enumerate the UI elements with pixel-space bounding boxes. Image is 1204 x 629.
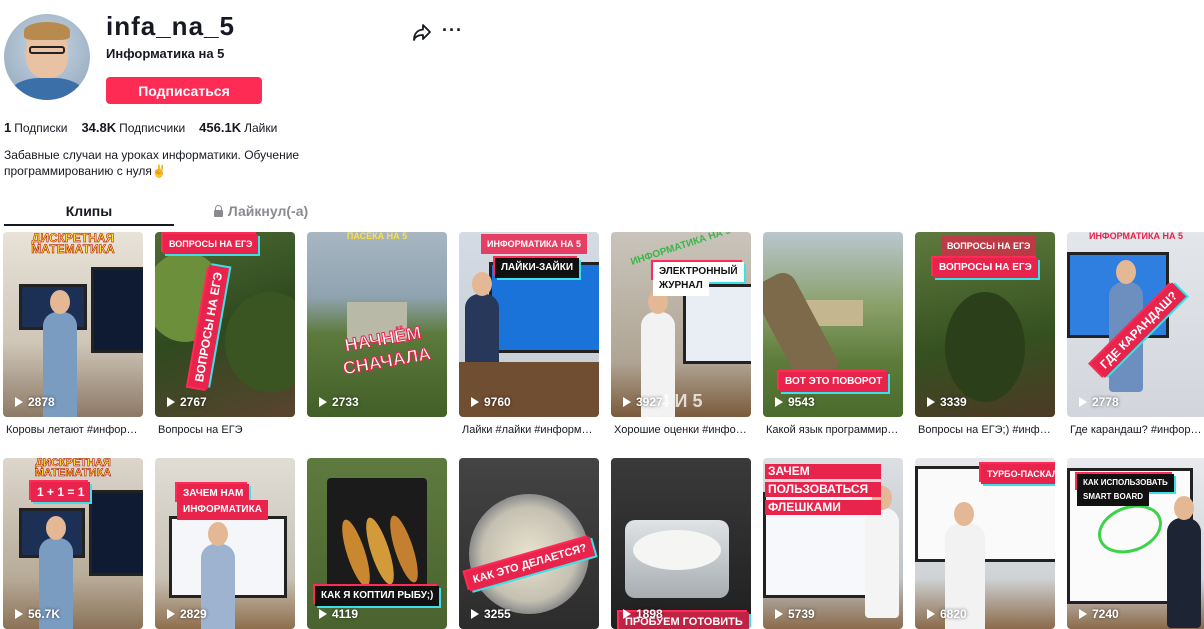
overlay-text: МАТЕМАТИКА — [31, 242, 115, 256]
profile-nickname: Информатика на 5 — [106, 46, 225, 61]
play-icon — [15, 397, 23, 407]
view-count: 7240 — [1079, 607, 1119, 621]
followers-label: Подписчики — [119, 121, 186, 135]
video-thumbnail[interactable]: ИНФОРМАТИКА НА 5 ЭЛЕКТРОННЫЙ ЖУРНАЛ 4 и … — [611, 232, 751, 417]
view-count: 6820 — [927, 607, 967, 621]
overlay-text: ЖУРНАЛ — [653, 276, 709, 296]
play-icon — [319, 609, 327, 619]
video-thumbnail[interactable]: ПАСЕКА НА 5 НАЧНЁМ СНАЧАЛА 2733 — [307, 232, 447, 417]
video-caption[interactable]: Где карандаш? #информатика — [1070, 424, 1204, 436]
more-dots-icon[interactable]: ··· — [442, 20, 463, 41]
following-stat[interactable]: 1 Подписки — [4, 120, 67, 135]
view-count: 2878 — [15, 395, 55, 409]
tab-videos[interactable]: Клипы — [4, 198, 174, 226]
video-thumbnail[interactable]: ЗАЧЕМ ПОЛЬЗОВАТЬСЯ ФЛЕШКАМИ 5739 — [763, 458, 903, 629]
overlay-text: ФЛЕШКАМИ — [765, 500, 881, 515]
video-thumbnail[interactable]: ВОПРОСЫ НА ЕГЭ ВОПРОСЫ НА ЕГЭ 2767 — [155, 232, 295, 417]
play-icon — [623, 397, 631, 407]
video-thumbnail[interactable]: ЗАЧЕМ НАМ ИНФОРМАТИКА 2829 — [155, 458, 295, 629]
overlay-text: ПОЛЬЗОВАТЬСЯ — [765, 482, 881, 497]
overlay-text: ВОПРОСЫ НА ЕГЭ — [163, 234, 259, 254]
play-icon — [167, 609, 175, 619]
overlay-text: ИНФОРМАТИКА НА 5 — [481, 234, 588, 254]
play-icon — [471, 609, 479, 619]
view-count: 2778 — [1079, 395, 1119, 409]
view-count: 2767 — [167, 395, 207, 409]
video-thumbnail[interactable]: ВОПРОСЫ НА ЕГЭ ВОПРОСЫ НА ЕГЭ 3339 — [915, 232, 1055, 417]
view-count: 3927 — [623, 395, 663, 409]
video-thumbnail[interactable]: КАК Я КОПТИЛ РЫБУ;) 4119 — [307, 458, 447, 629]
view-count: 3339 — [927, 395, 967, 409]
overlay-text: ПАСЕКА НА 5 — [346, 232, 408, 241]
likes-label: Лайки — [244, 121, 278, 135]
video-thumbnail[interactable]: КАК ИСПОЛЬЗОВАТЬ SMART BOARD 7240 — [1067, 458, 1204, 629]
video-thumbnail[interactable]: ТУРБО-ПАСКАЛЬ 6820 — [915, 458, 1055, 629]
likes-count: 456.1K — [199, 120, 242, 135]
video-thumbnail[interactable]: ИНФОРМАТИКА НА 5 ГДЕ КАРАНДАШ? 2778 — [1067, 232, 1204, 417]
tab-liked[interactable]: Лайкнул(-а) — [178, 198, 344, 226]
overlay-text: ВОПРОСЫ НА ЕГЭ — [933, 258, 1038, 278]
overlay-text: ИНФОРМАТИКА — [177, 500, 268, 520]
likes-stat: 456.1K Лайки — [199, 120, 277, 135]
view-count: 4119 — [319, 607, 358, 621]
profile-username: infa_na_5 — [106, 11, 235, 41]
overlay-text: ЛАЙКИ-ЗАЙКИ — [495, 258, 580, 278]
play-icon — [1079, 397, 1087, 407]
overlay-text: ВОТ ЭТО ПОВОРОТ — [779, 372, 889, 392]
view-count: 9760 — [471, 395, 511, 409]
play-icon — [623, 609, 631, 619]
view-count: 5739 — [775, 607, 815, 621]
view-count: 9543 — [775, 395, 815, 409]
play-icon — [15, 609, 23, 619]
view-count: 2829 — [167, 607, 207, 621]
video-thumbnail[interactable]: ДИСКРЕТНАЯ МАТЕМАТИКА 1 + 1 = 1 56.7K — [3, 458, 143, 629]
overlay-text: ИНФОРМАТИКА НА 5 — [1088, 232, 1184, 241]
video-caption[interactable]: Коровы летают #информатика — [6, 424, 142, 436]
play-icon — [775, 397, 783, 407]
overlay-text: ТУРБО-ПАСКАЛЬ — [981, 464, 1055, 484]
tab-liked-label: Лайкнул(-а) — [227, 203, 309, 219]
followers-count: 34.8K — [81, 120, 117, 135]
overlay-text: ВОПРОСЫ НА ЕГЭ — [941, 236, 1037, 256]
overlay-text: 1 + 1 = 1 — [31, 482, 91, 502]
following-label: Подписки — [14, 121, 68, 135]
avatar[interactable] — [4, 14, 90, 100]
play-icon — [319, 397, 327, 407]
video-thumbnail[interactable]: ИНФОРМАТИКА НА 5 ЛАЙКИ-ЗАЙКИ 9760 — [459, 232, 599, 417]
play-icon — [775, 609, 783, 619]
profile-tabs: Клипы Лайкнул(-а) — [4, 198, 344, 226]
play-icon — [471, 397, 479, 407]
video-caption[interactable]: Вопросы на ЕГЭ;) #информатика — [918, 424, 1054, 436]
play-icon — [1079, 609, 1087, 619]
video-caption[interactable]: Хорошие оценки #информатика — [614, 424, 750, 436]
view-count: 1898 — [623, 607, 663, 621]
profile-bio: Забавные случаи на уроках информатики. О… — [4, 148, 300, 178]
play-icon — [167, 397, 175, 407]
lock-icon — [213, 204, 223, 217]
play-icon — [927, 397, 935, 407]
play-icon — [927, 609, 935, 619]
video-thumbnail[interactable]: ВОТ ЭТО ПОВОРОТ 9543 — [763, 232, 903, 417]
overlay-text: ЗАЧЕМ — [765, 464, 881, 479]
overlay-text: КАК Я КОПТИЛ РЫБУ;) — [315, 586, 440, 606]
overlay-text: МАТЕМАТИКА — [34, 467, 112, 479]
video-thumbnail[interactable]: ДИСКРЕТНАЯ МАТЕМАТИКА 2878 — [3, 232, 143, 417]
followers-stat[interactable]: 34.8K Подписчики — [81, 120, 185, 135]
share-arrow-icon[interactable] — [412, 22, 432, 42]
video-caption[interactable]: Вопросы на ЕГЭ — [158, 424, 294, 436]
profile-stats: 1 Подписки 34.8K Подписчики 456.1K Лайки — [4, 120, 277, 135]
following-count: 1 — [4, 120, 12, 135]
video-thumbnail[interactable]: ПРОБУЕМ ГОТОВИТЬ 1898 — [611, 458, 751, 629]
video-caption[interactable]: Лайки #лайки #информатика — [462, 424, 598, 436]
overlay-text: SMART BOARD — [1077, 488, 1149, 506]
view-count: 3255 — [471, 607, 511, 621]
view-count: 2733 — [319, 395, 359, 409]
follow-button[interactable]: Подписаться — [106, 77, 262, 104]
view-count: 56.7K — [15, 607, 60, 621]
video-caption[interactable]: Какой язык программирования — [766, 424, 902, 436]
video-thumbnail[interactable]: КАК ЭТО ДЕЛАЕТСЯ? 3255 — [459, 458, 599, 629]
